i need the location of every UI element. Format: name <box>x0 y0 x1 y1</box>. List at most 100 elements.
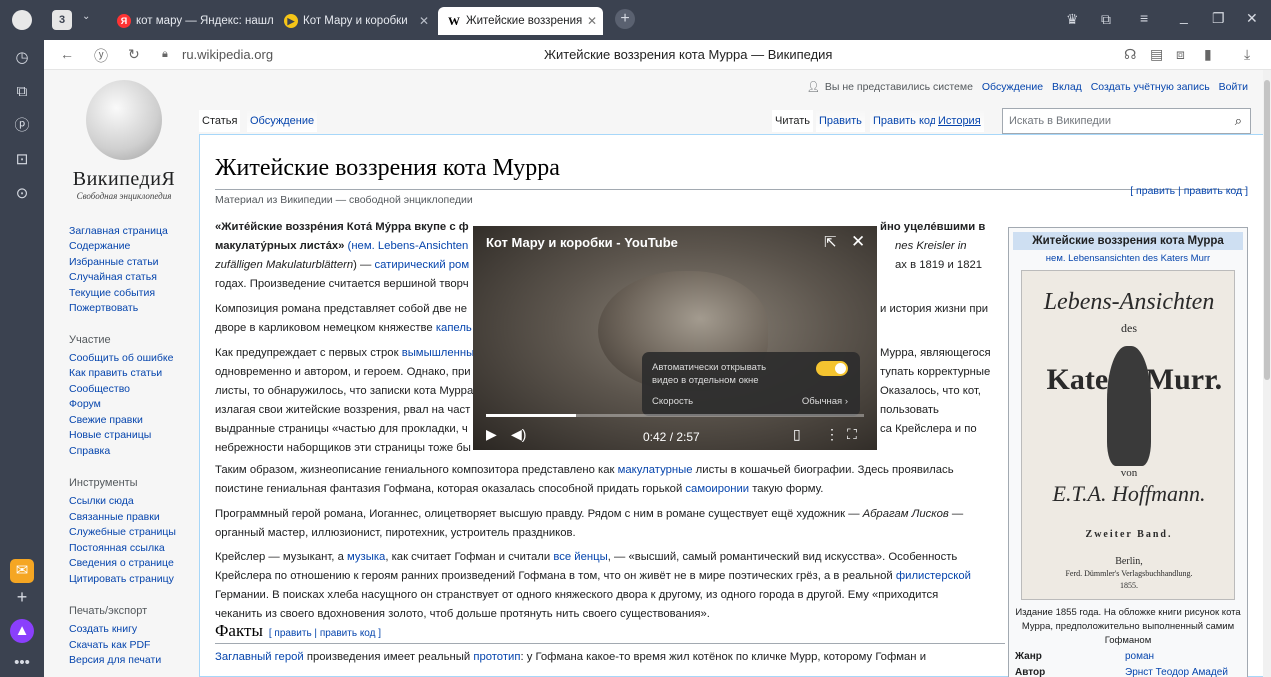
selfirony-link[interactable]: самоиронии <box>685 483 749 495</box>
infobox-subtitle[interactable]: нем. Lebensansichten des Katers Murr <box>1009 253 1247 264</box>
download-icon[interactable]: ⤓ <box>1244 46 1250 63</box>
sidebar-item-whatlinks[interactable]: Ссылки сюда <box>69 495 134 507</box>
sidebar-item-special[interactable]: Служебные страницы <box>69 526 176 538</box>
tab-list-chevron-icon[interactable]: ⌄ <box>82 11 90 22</box>
sidebar-item-help[interactable]: Справка <box>69 445 110 457</box>
alice-icon[interactable]: ▲ <box>10 619 34 643</box>
tab-edit[interactable]: Править <box>816 110 865 132</box>
philistine-link[interactable]: филистерской <box>896 570 971 582</box>
mail-icon[interactable]: ✉ <box>10 559 34 583</box>
sidebar-item-howto[interactable]: Как править статьи <box>69 367 162 379</box>
headphones-icon[interactable]: ☊ <box>1124 46 1136 63</box>
yandex-home-icon[interactable]: ⓨ <box>94 46 108 66</box>
tab-article[interactable]: Статья <box>199 110 241 132</box>
extension-icon[interactable]: ⧈ <box>1176 46 1185 63</box>
tab-youtube[interactable]: ▶ Кот Мару и коробки ✕ <box>275 7 435 35</box>
close-window-icon[interactable]: ✕ <box>1246 10 1258 27</box>
tab-count-badge[interactable]: 3 <box>52 10 72 30</box>
play-icon[interactable]: ⓟ <box>10 114 34 138</box>
reader-icon[interactable]: ▤ <box>1150 46 1163 63</box>
talk-link[interactable]: Обсуждение <box>982 81 1043 93</box>
auto-open-toggle[interactable] <box>816 361 848 376</box>
bookmark-icon[interactable]: ▮ <box>1204 46 1212 63</box>
kapell-link[interactable]: капель <box>436 322 472 334</box>
tab-history[interactable]: История <box>935 110 984 132</box>
bookmark-icon[interactable]: ▯ <box>793 426 801 443</box>
sidebar-item-contents[interactable]: Содержание <box>69 240 130 252</box>
sidebar-item-random[interactable]: Случайная статья <box>69 271 157 283</box>
scrollbar-thumb[interactable] <box>1264 80 1270 380</box>
sidebar-item-pdf[interactable]: Скачать как PDF <box>69 639 150 651</box>
tab-wikipedia[interactable]: W Житейские воззрения ✕ <box>438 7 603 35</box>
sidebar-item-forum[interactable]: Форум <box>69 398 101 410</box>
create-account-link[interactable]: Создать учётную запись <box>1091 81 1210 93</box>
sidebar-item-donate[interactable]: Пожертвовать <box>69 302 138 314</box>
sidebar-item-related[interactable]: Связанные правки <box>69 511 160 523</box>
volume-icon[interactable]: ◀︎) <box>511 426 526 443</box>
screenshot-icon[interactable]: ⊙ <box>10 182 34 206</box>
expand-icon[interactable]: ⇱ <box>824 233 837 251</box>
reload-icon[interactable]: ↻ <box>128 46 140 63</box>
sidebar-item-community[interactable]: Сообщество <box>69 383 130 395</box>
restore-icon[interactable]: ❐ <box>1212 10 1225 27</box>
title-hero-link[interactable]: Заглавный герой <box>215 651 304 663</box>
sidebar-item-report[interactable]: Сообщить об ошибке <box>69 352 173 364</box>
url-text[interactable]: ru.wikipedia.org <box>182 47 273 62</box>
sidebar-item-print[interactable]: Версия для печати <box>69 654 161 666</box>
prototype-link[interactable]: прототип <box>473 651 520 663</box>
new-tab-icon[interactable]: + <box>615 9 635 29</box>
sidebar-item-main[interactable]: Заглавная страница <box>69 225 168 237</box>
sidebar-item-book[interactable]: Создать книгу <box>69 623 137 635</box>
sidebar-item-current[interactable]: Текущие события <box>69 287 155 299</box>
play-icon[interactable]: ▶ <box>486 426 497 443</box>
counter-icon[interactable]: ⊡ <box>10 148 34 172</box>
tabs-icon[interactable]: ⧉ <box>10 80 34 104</box>
menu-icon[interactable]: ≡ <box>1140 10 1148 26</box>
speed-label[interactable]: Скорость <box>652 396 693 407</box>
fictional-link[interactable]: вымышленны <box>402 347 475 359</box>
author-link[interactable]: Эрнст Теодор Амадей <box>1125 667 1228 677</box>
sidebar-item-permalink[interactable]: Постоянная ссылка <box>69 542 165 554</box>
sidebar-item-recent[interactable]: Свежие правки <box>69 414 143 426</box>
tab-edit-code[interactable]: Править код <box>870 110 940 132</box>
satire-link[interactable]: сатирический ром <box>375 259 470 271</box>
search-input[interactable]: Искать в Википедии ⌕ <box>1002 108 1251 134</box>
tab-read[interactable]: Читать <box>772 110 814 132</box>
collections-icon[interactable]: ⧉ <box>1101 11 1111 28</box>
page-scrollbar[interactable] <box>1263 70 1271 677</box>
video-progress-bar[interactable] <box>486 414 864 417</box>
history-icon[interactable]: ◷ <box>10 46 34 70</box>
music-link[interactable]: музыка <box>347 551 385 563</box>
wikipedia-logo[interactable]: ВикипедиЯ Свободная энциклопедия <box>59 80 189 205</box>
close-icon[interactable]: ✕ <box>851 232 865 252</box>
search-icon[interactable]: ⌕ <box>1235 109 1242 133</box>
speed-value[interactable]: Обычная › <box>802 396 848 407</box>
edit-links[interactable]: [ править | править код ] <box>1130 185 1248 197</box>
facts-edit-links[interactable]: [ править | править код ] <box>269 628 381 639</box>
sidebar-item-featured[interactable]: Избранные статьи <box>69 256 159 268</box>
add-icon[interactable]: + <box>10 585 34 609</box>
more-options-icon[interactable]: ⋮ <box>825 426 839 443</box>
close-icon[interactable]: ✕ <box>587 7 597 35</box>
minimize-icon[interactable]: _ <box>1180 8 1188 24</box>
more-icon[interactable]: ••• <box>10 651 34 675</box>
macul-link[interactable]: макулатурные <box>618 464 693 476</box>
login-link[interactable]: Войти <box>1219 81 1248 93</box>
back-icon[interactable]: ← <box>60 46 74 62</box>
sidebar-item-info[interactable]: Сведения о странице <box>69 557 174 569</box>
sidebar-item-cite[interactable]: Цитировать страницу <box>69 573 174 585</box>
lang-link[interactable]: (нем. Lebens-Ansichten <box>344 240 469 252</box>
fullscreen-icon[interactable]: ⛶ <box>847 426 857 443</box>
contrib-link[interactable]: Вклад <box>1052 81 1082 93</box>
video-popup-player[interactable]: Кот Мару и коробки - YouTube ⇱ ✕ Автомат… <box>473 226 877 450</box>
tab-yandex-search[interactable]: Я кот мару — Яндекс: нашл <box>108 7 273 35</box>
tab-discussion[interactable]: Обсуждение <box>247 110 318 132</box>
jena-link[interactable]: все йенцы <box>553 551 607 563</box>
yandex-logo-icon[interactable] <box>12 10 32 30</box>
protect-icon[interactable]: ♛ <box>1066 11 1079 28</box>
book-cover-image[interactable]: Lebens-Ansichten des Kater Murr. von E.T… <box>1021 270 1235 600</box>
close-icon[interactable]: ✕ <box>419 7 429 35</box>
sidebar-heading-participation: Участие <box>69 334 111 346</box>
sidebar-item-newpages[interactable]: Новые страницы <box>69 429 151 441</box>
genre-link[interactable]: роман <box>1125 651 1154 662</box>
